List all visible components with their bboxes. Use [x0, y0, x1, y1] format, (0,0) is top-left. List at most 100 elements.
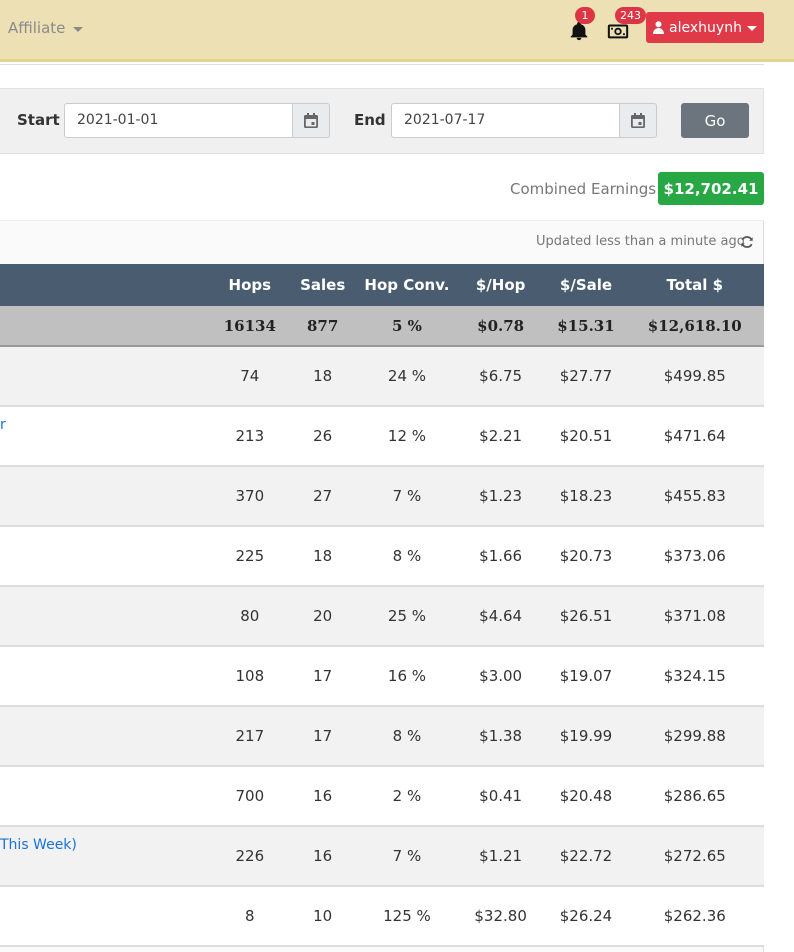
product-name-cell [0, 646, 213, 706]
cell-per-hop: $0.41 [479, 787, 523, 805]
cell-hop-conv: 25 % [387, 607, 427, 625]
total-hop-conv: 5 % [392, 316, 422, 335]
go-button[interactable]: Go [681, 103, 749, 138]
total-sales: 877 [307, 316, 339, 335]
cell-hop-conv: 8 % [392, 547, 422, 565]
table-row: 8 10 125 % $32.80 $26.24 $262.36 [0, 886, 764, 946]
cell-per-sale: $19.07 [559, 667, 613, 685]
col-header-total[interactable]: Total $ [626, 264, 764, 306]
user-icon [653, 21, 665, 34]
cell-hop-conv: 24 % [387, 367, 427, 385]
cell-total: $471.64 [663, 427, 726, 445]
username-label: alexhuynh [669, 19, 742, 36]
refresh-icon[interactable] [740, 235, 754, 249]
totals-label [0, 306, 213, 346]
cell-hops: 217 [235, 727, 265, 745]
cell-per-hop: $1.38 [479, 727, 523, 745]
cell-sales: 18 [313, 367, 333, 385]
cell-total: $262.36 [663, 907, 726, 925]
cell-sales: 10 [313, 907, 333, 925]
cell-per-hop: $6.75 [479, 367, 523, 385]
start-date-input[interactable]: 2021-01-01 [64, 103, 294, 138]
cell-hop-conv: 16 % [387, 667, 427, 685]
cell-hop-conv: 7 % [392, 847, 422, 865]
cell-total: $272.65 [663, 847, 726, 865]
cash-count-badge: 243 [615, 7, 646, 24]
updated-status: Updated less than a minute ago [536, 234, 745, 249]
end-calendar-button[interactable] [619, 103, 657, 138]
cell-sales: 16 [313, 847, 333, 865]
cell-sales: 17 [313, 727, 333, 745]
end-date-input[interactable]: 2021-07-17 [391, 103, 622, 138]
start-label: Start [17, 111, 60, 129]
table-row: 370 27 7 % $1.23 $18.23 $455.83 [0, 466, 764, 526]
cell-per-sale: $26.24 [559, 907, 613, 925]
product-name-cell [0, 886, 213, 946]
cell-sales: 27 [313, 487, 333, 505]
cell-sales: 16 [313, 787, 333, 805]
col-header-per-sale[interactable]: $/Sale [546, 264, 625, 306]
col-header-per-hop[interactable]: $/Hop [455, 264, 547, 306]
cell-total: $324.15 [663, 667, 726, 685]
cell-hops: 700 [235, 787, 265, 805]
combined-earnings-label: Combined Earnings: [510, 180, 662, 198]
calendar-icon [631, 112, 645, 128]
cell-hops: 226 [235, 847, 265, 865]
table-row: 225 18 8 % $1.66 $20.73 $373.06 [0, 526, 764, 586]
cell-hops: 370 [235, 487, 265, 505]
total-per-hop: $0.78 [477, 316, 525, 335]
product-link[interactable]: r [0, 417, 6, 433]
product-name-cell [0, 706, 213, 766]
user-menu-button[interactable]: alexhuynh [646, 12, 764, 43]
combined-earnings-value: $12,702.41 [658, 172, 764, 205]
cell-sales: 17 [313, 667, 333, 685]
cell-hop-conv: 125 % [383, 907, 431, 925]
cell-per-hop: $4.64 [479, 607, 523, 625]
total-amount: $12,618.10 [647, 316, 742, 335]
cell-per-hop: $32.80 [474, 907, 527, 925]
cell-hops: 108 [235, 667, 265, 685]
table-row: 108 17 16 % $3.00 $19.07 $324.15 [0, 646, 764, 706]
affiliate-menu[interactable]: Affiliate [8, 19, 84, 37]
cell-total: $286.65 [663, 787, 726, 805]
cell-sales: 18 [313, 547, 333, 565]
cell-hops: 213 [235, 427, 265, 445]
col-header-name [0, 264, 213, 306]
calendar-icon [304, 112, 318, 128]
col-header-sales[interactable]: Sales [286, 264, 359, 306]
table-row: 74 18 24 % $6.75 $27.77 $499.85 [0, 346, 764, 406]
table-row: 700 16 2 % $0.41 $20.48 $286.65 [0, 766, 764, 826]
notification-count-badge: 1 [575, 7, 595, 24]
total-per-sale: $15.31 [557, 316, 615, 335]
cell-per-hop: $2.21 [479, 427, 523, 445]
product-name-cell: This Week) [0, 826, 213, 886]
cell-per-sale: $20.73 [559, 547, 613, 565]
start-calendar-button[interactable] [292, 103, 330, 138]
cell-hops: 74 [240, 367, 260, 385]
table-row: This Week) 226 16 7 % $1.21 $22.72 $272.65 [0, 826, 764, 886]
cell-per-hop: $1.66 [479, 547, 523, 565]
cell-sales: 26 [313, 427, 333, 445]
cell-per-sale: $20.48 [559, 787, 613, 805]
product-name-cell [0, 586, 213, 646]
table-row: r 213 26 12 % $2.21 $20.51 $471.64 [0, 406, 764, 466]
total-hops: 16134 [223, 316, 276, 335]
affiliate-menu-label: Affiliate [8, 19, 66, 37]
product-name-cell [0, 346, 213, 406]
end-label: End [354, 111, 386, 129]
cell-hops: 80 [240, 607, 260, 625]
cell-hop-conv: 7 % [392, 487, 422, 505]
cell-hop-conv: 8 % [392, 727, 422, 745]
product-link[interactable]: This Week) [0, 837, 77, 853]
product-name-cell [0, 466, 213, 526]
caret-down-icon [73, 26, 84, 32]
cell-per-hop: $1.23 [479, 487, 523, 505]
totals-row: 16134 877 5 % $0.78 $15.31 $12,618.10 [0, 306, 764, 346]
cell-per-sale: $22.72 [559, 847, 613, 865]
col-header-hops[interactable]: Hops [213, 264, 286, 306]
divider [0, 64, 764, 65]
cell-total: $499.85 [663, 367, 726, 385]
product-name-cell: r [0, 406, 213, 466]
col-header-hop-conv[interactable]: Hop Conv. [359, 264, 455, 306]
cell-sales: 20 [313, 607, 333, 625]
